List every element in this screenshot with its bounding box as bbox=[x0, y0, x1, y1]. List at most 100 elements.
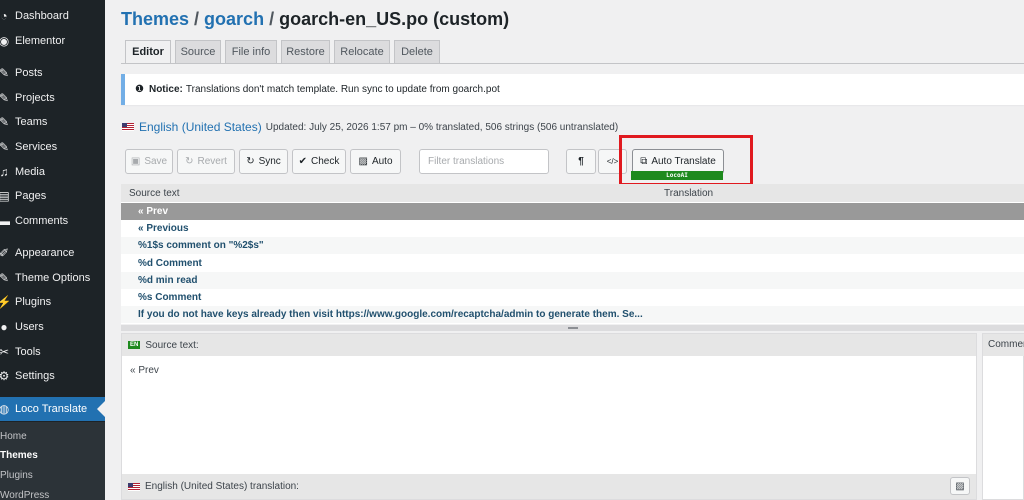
tab-file-info[interactable]: File info bbox=[225, 40, 277, 64]
sidebar-item-projects[interactable]: ✎ Projects bbox=[0, 86, 105, 110]
column-source-text[interactable]: Source text bbox=[129, 188, 180, 199]
sidebar-item-tools[interactable]: ✂ Tools bbox=[0, 340, 105, 364]
source-panel-title: Source text: bbox=[145, 339, 199, 351]
table-row[interactable]: « Previous bbox=[121, 220, 1024, 237]
sidebar-item-settings[interactable]: ⚙ Settings bbox=[0, 364, 105, 388]
table-row[interactable]: %d Comment bbox=[121, 255, 1024, 272]
wrench-icon: ✂ bbox=[0, 345, 10, 359]
gauge-icon: ◔ bbox=[0, 9, 8, 23]
pin-icon: ✎ bbox=[0, 91, 10, 105]
column-translation[interactable]: Translation bbox=[664, 188, 713, 199]
submenu-item-wordpress[interactable]: WordPress bbox=[0, 490, 49, 500]
table-row[interactable]: %s Comment bbox=[121, 289, 1024, 306]
revert-button[interactable]: ↻ Revert bbox=[177, 149, 235, 174]
sidebar-item-pages[interactable]: ▤ Pages bbox=[0, 184, 105, 208]
tab-relocate[interactable]: Relocate bbox=[334, 40, 390, 64]
revert-icon: ↻ bbox=[185, 156, 194, 167]
globe-icon: ◍ bbox=[0, 402, 10, 416]
current-menu-arrow bbox=[97, 401, 105, 417]
breadcrumb-themes[interactable]: Themes bbox=[121, 9, 189, 29]
admin-sidebar: ◔ Dashboard ◉ Elementor ✎ Posts ✎ Projects ✎… bbox=[0, 0, 105, 500]
submenu-item-home[interactable]: Home bbox=[0, 431, 27, 442]
locale-info: English (United States) Updated: July 25… bbox=[122, 120, 618, 134]
sidebar-item-posts[interactable]: ✎ Posts bbox=[0, 61, 105, 85]
submenu-item-themes[interactable]: Themes bbox=[0, 450, 38, 461]
notice-text: Translations don't match template. Run s… bbox=[185, 84, 500, 95]
ai-translate-button[interactable]: ▨ bbox=[950, 477, 970, 495]
sidebar-item-theme-options[interactable]: ✎ Theme Options bbox=[0, 266, 105, 290]
source-text-value: « Prev bbox=[130, 365, 159, 376]
save-button[interactable]: ▣ Save bbox=[125, 149, 173, 174]
loco-submenu: Home Themes Plugins WordPress bbox=[0, 422, 105, 500]
info-icon: ❶ bbox=[135, 84, 144, 95]
source-panel: EN Source text: « Prev English (United S… bbox=[121, 333, 977, 500]
locale-name[interactable]: English (United States) bbox=[139, 120, 262, 134]
notice-label: Notice: bbox=[148, 84, 183, 95]
settings-icon: ⚙ bbox=[0, 369, 10, 383]
sidebar-item-dashboard[interactable]: ◔ Dashboard bbox=[0, 4, 105, 28]
robot-icon: ▨ bbox=[358, 156, 368, 167]
sidebar-item-services[interactable]: ✎ Services bbox=[0, 135, 105, 159]
tab-restore[interactable]: Restore bbox=[281, 40, 330, 64]
sidebar-item-appearance[interactable]: ✐ Appearance bbox=[0, 241, 105, 265]
sidebar-item-plugins[interactable]: ⚡ Plugins bbox=[0, 290, 105, 314]
translation-panel-title: English (United States) translation: bbox=[145, 481, 299, 492]
comments-panel-title: Comments bbox=[983, 334, 1024, 356]
sync-button[interactable]: ↻ Sync bbox=[239, 149, 288, 174]
translations-table: Source text Translation « Prev « Previou… bbox=[121, 184, 1024, 324]
us-flag-icon bbox=[128, 482, 140, 491]
check-button[interactable]: ✔ Check bbox=[292, 149, 346, 174]
notice-banner: ❶ Notice: Translations don't match templ… bbox=[121, 74, 1024, 105]
panel-resize-handle[interactable] bbox=[121, 325, 1024, 331]
table-header: Source text Translation bbox=[121, 184, 1024, 202]
sidebar-item-teams[interactable]: ✎ Teams bbox=[0, 110, 105, 134]
table-row[interactable]: If you do not have keys already then vis… bbox=[121, 306, 1024, 323]
sidebar-item-comments[interactable]: ▬ Comments bbox=[0, 209, 105, 233]
source-panel-header: EN Source text: bbox=[122, 334, 976, 356]
us-flag-icon bbox=[122, 123, 134, 131]
sidebar-item-elementor[interactable]: ◉ Elementor bbox=[0, 29, 105, 53]
code-icon: </> bbox=[606, 157, 619, 166]
invisibles-button[interactable]: ¶ bbox=[566, 149, 596, 174]
comment-icon: ▬ bbox=[0, 214, 10, 228]
plug-icon: ⚡ bbox=[0, 295, 12, 309]
sidebar-item-users[interactable]: ● Users bbox=[0, 315, 105, 339]
en-badge: EN bbox=[128, 341, 141, 349]
media-icon: ♫ bbox=[0, 165, 9, 179]
breadcrumb-goarch[interactable]: goarch bbox=[204, 9, 264, 29]
breadcrumb-separator: / bbox=[269, 9, 275, 29]
highlight-box bbox=[619, 135, 753, 186]
file-name: goarch-en_US.po (custom) bbox=[279, 9, 510, 29]
table-row[interactable]: %d min read bbox=[121, 272, 1024, 289]
comments-panel: Comments bbox=[982, 333, 1024, 500]
user-icon: ● bbox=[0, 320, 8, 334]
locale-meta: Updated: July 25, 2026 1:57 pm – 0% tran… bbox=[265, 121, 619, 133]
robot-icon: ▨ bbox=[955, 480, 965, 492]
table-row[interactable]: %1$s comment on "%2$s" bbox=[121, 237, 1024, 254]
auto-button[interactable]: ▨ Auto bbox=[350, 149, 401, 174]
sync-icon: ↻ bbox=[246, 156, 255, 167]
tab-divider bbox=[121, 63, 1024, 64]
elementor-icon: ◉ bbox=[0, 34, 10, 48]
filter-translations-input[interactable] bbox=[419, 149, 549, 174]
pages-icon: ▤ bbox=[0, 189, 10, 203]
sidebar-item-media[interactable]: ♫ Media bbox=[0, 160, 105, 184]
pin-icon: ✎ bbox=[0, 271, 10, 285]
tab-editor[interactable]: Editor bbox=[125, 40, 171, 64]
pin-icon: ✎ bbox=[0, 66, 10, 80]
sidebar-item-loco-translate[interactable]: ◍ Loco Translate bbox=[0, 397, 105, 421]
tab-source[interactable]: Source bbox=[175, 40, 221, 64]
table-row[interactable]: « Prev bbox=[121, 203, 1024, 220]
translation-panel-header: English (United States) translation: ▨ bbox=[122, 474, 976, 499]
submenu-item-plugins[interactable]: Plugins bbox=[0, 470, 33, 481]
pin-icon: ✎ bbox=[0, 115, 10, 129]
check-icon: ✔ bbox=[298, 156, 308, 167]
pilcrow-icon: ¶ bbox=[578, 156, 584, 167]
save-icon: ▣ bbox=[130, 156, 141, 167]
brush-icon: ✐ bbox=[0, 246, 10, 260]
grip-icon bbox=[567, 327, 578, 329]
main-content: Themes / goarch / goarch-en_US.po (custom) E… bbox=[105, 0, 1024, 500]
page-title: Themes / goarch / goarch-en_US.po (custom) bbox=[121, 9, 509, 30]
pin-icon: ✎ bbox=[0, 140, 10, 154]
tab-delete[interactable]: Delete bbox=[394, 40, 440, 64]
